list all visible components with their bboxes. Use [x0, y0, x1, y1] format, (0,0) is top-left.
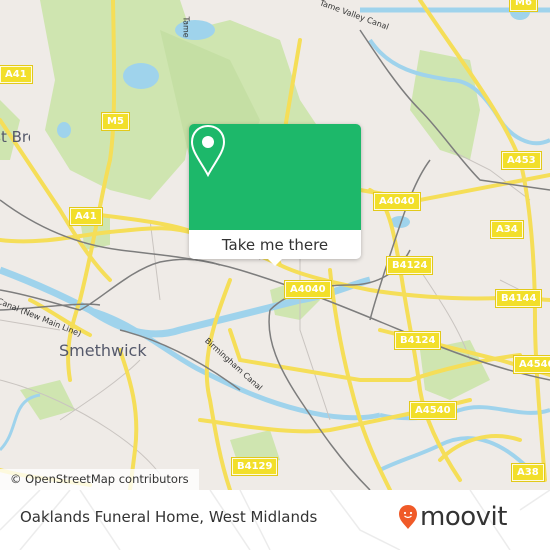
road-shield-a4040-north: A4040 [373, 192, 421, 211]
place-label-smethwick: Smethwick [59, 341, 147, 360]
take-me-there-button[interactable]: Take me there [189, 230, 361, 259]
road-shield-m5: M5 [101, 112, 130, 131]
take-me-there-label: Take me there [221, 235, 329, 254]
road-shield-a41-west: A41 [0, 65, 33, 84]
location-popup: Take me there [189, 124, 361, 266]
road-shield-a4540-east: A4540 [513, 355, 550, 374]
location-pin-icon [190, 124, 226, 178]
place-label-west-bromwich: West Bromwich [0, 128, 30, 146]
road-shield-b4124-north: B4124 [385, 256, 434, 275]
road-shield-a4040: A4040 [284, 280, 332, 299]
road-shield-a34: A34 [490, 220, 524, 239]
road-shield-b4144: B4144 [494, 289, 543, 308]
place-title: Oaklands Funeral Home, West Midlands [20, 508, 318, 526]
moovit-logo[interactable]: moovit [398, 502, 507, 532]
moovit-wordmark: moovit [420, 502, 507, 532]
popup-header [189, 124, 361, 230]
footer-bar: Oaklands Funeral Home, West Midlands moo… [0, 490, 550, 550]
road-shield-a453: A453 [501, 151, 542, 170]
moovit-pin-smiley-icon [399, 505, 417, 529]
popup-tail [267, 258, 283, 266]
map-canvas[interactable]: A41 M5 A41 A4040 A4040 A453 A34 B4124 B4… [0, 0, 550, 490]
road-shield-a41: A41 [69, 207, 103, 226]
road-shield-b4129: B4129 [230, 457, 279, 476]
map-attribution[interactable]: © OpenStreetMap contributors [0, 469, 199, 490]
road-shield-m6: M6 [509, 0, 538, 12]
road-shield-b4124-south: B4124 [393, 331, 442, 350]
river-label-tame: Tame [181, 16, 191, 38]
road-shield-a4540: A4540 [409, 401, 457, 420]
road-shield-a38: A38 [511, 463, 545, 482]
